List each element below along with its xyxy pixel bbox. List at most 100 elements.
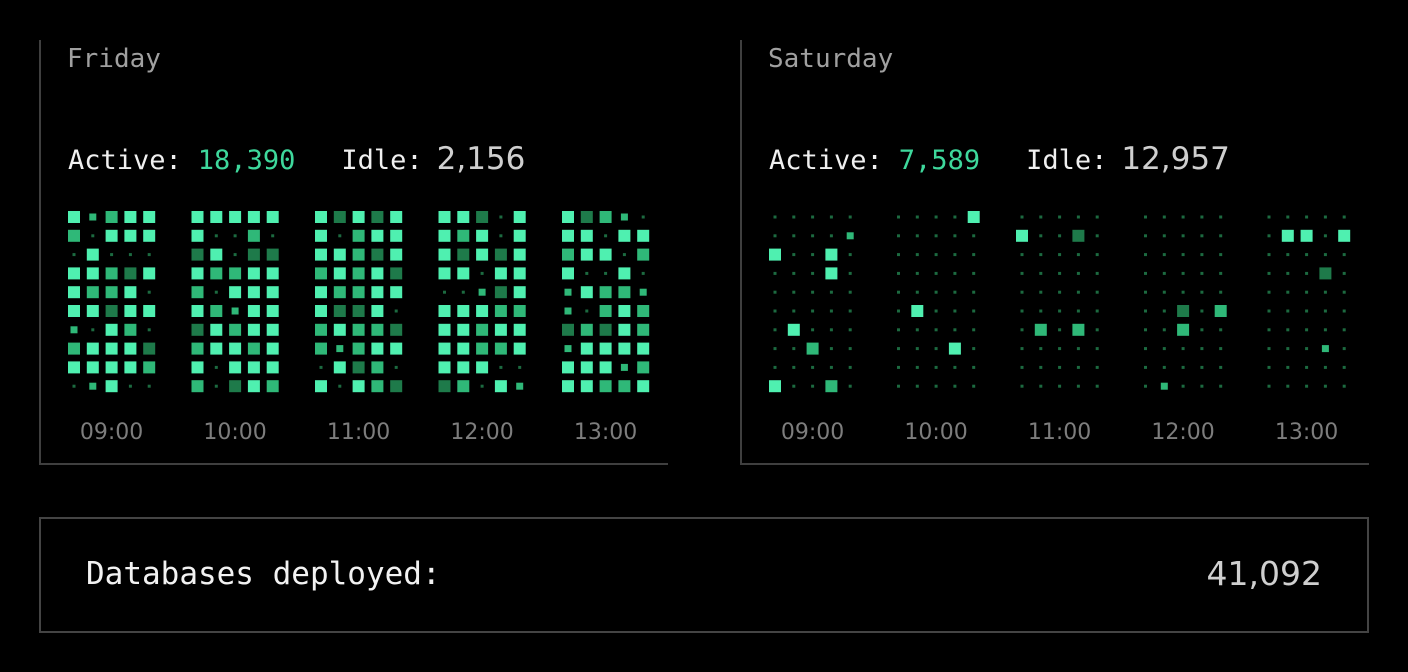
idle-dot [972,347,976,351]
idle-dot [443,290,446,294]
active-cell [390,229,403,242]
idle-dot [1144,234,1147,238]
idle-dot [585,271,589,275]
active-cell [68,286,80,299]
active-cell [911,305,924,317]
active-cell [562,229,574,242]
idle-dot [1058,347,1062,351]
active-cell [247,380,260,393]
active-cell [513,305,526,317]
active-cell [352,361,365,374]
idle-dot [773,347,777,351]
idle-dot [1219,384,1223,388]
idle-dot [934,271,938,275]
idle-dot [1286,271,1290,275]
active-cell [599,211,612,223]
idle-dot [1286,215,1290,219]
idle-dot [1095,384,1099,388]
active-cell [68,267,80,280]
idle-dot [518,365,522,369]
idle-dot [480,384,484,388]
idle-dot [972,309,976,313]
idle-dot [897,253,900,257]
idle-dot [1039,347,1043,351]
idle-dot [1305,347,1309,351]
active-cell [371,248,384,261]
idle-dot [480,271,484,275]
idle-dot [1286,347,1290,351]
idle-dot [1058,328,1062,332]
active-cell [457,380,470,393]
x-tick-label: 09:00 [781,420,844,445]
idle-dot [972,271,976,275]
idle-dot [1162,215,1166,219]
idle-dot [1095,290,1099,294]
idle-dot [792,253,796,257]
active-cell [438,305,451,317]
idle-dot [1323,253,1327,257]
idle-dot [934,328,938,332]
active-cell [637,380,650,393]
active-cell [371,211,384,223]
active-cell [89,213,97,221]
idle-dot [897,271,900,275]
active-cell [315,211,327,223]
active-cell [620,213,628,221]
idle-dot [1144,365,1147,369]
idle-dot [1076,215,1080,219]
active-cell [247,305,260,317]
active-cell [333,305,346,317]
active-cell [457,229,470,242]
active-cell [438,342,451,355]
active-cell [210,267,223,280]
idle-dot [1219,271,1223,275]
idle-dot [972,384,976,388]
active-cell [86,361,99,374]
idle-dot [934,215,938,219]
active-value: 18,390 [197,145,296,176]
databases-deployed-label: Databases deployed: [86,556,441,592]
idle-dot [1200,290,1204,294]
active-cell [229,267,242,280]
idle-dot [972,328,976,332]
idle-dot [1305,328,1309,332]
idle-dot [1020,365,1024,369]
idle-dot [773,290,777,294]
idle-dot [147,253,151,257]
idle-dot [1144,271,1147,275]
active-cell [315,342,327,355]
idle-dot [897,365,900,369]
idle-dot [848,365,852,369]
idle-dot [1323,384,1327,388]
idle-dot [811,234,815,238]
idle-dot [829,234,833,238]
idle-dot [1181,234,1185,238]
active-cell [494,286,507,299]
active-cell [618,305,631,317]
idle-dot [934,290,938,294]
active-cell [476,323,489,336]
active-cell [637,305,650,317]
idle-dot [1095,365,1099,369]
activity-heatmap: 09:00 10:00 11:00 12:00 13:00 [769,211,1351,445]
active-cell [266,342,279,355]
idle-dot [1039,253,1043,257]
idle-dot [1286,253,1290,257]
active-cell [105,305,118,317]
x-tick-label: 11:00 [327,420,390,445]
active-cell [580,229,593,242]
idle-dot [1267,347,1271,351]
x-tick-label: 10:00 [203,420,266,445]
idle-dot [1020,309,1024,313]
idle-dot [1219,328,1223,332]
active-cell [1281,229,1294,242]
idle-dot [1058,290,1062,294]
idle-dot [1076,253,1080,257]
idle-dot [1219,365,1223,369]
idle-dot [1095,328,1099,332]
idle-dot [773,215,777,219]
idle-dot [128,384,132,388]
active-cell [599,342,612,355]
idle-dot [1039,309,1043,313]
active-cell [247,342,260,355]
